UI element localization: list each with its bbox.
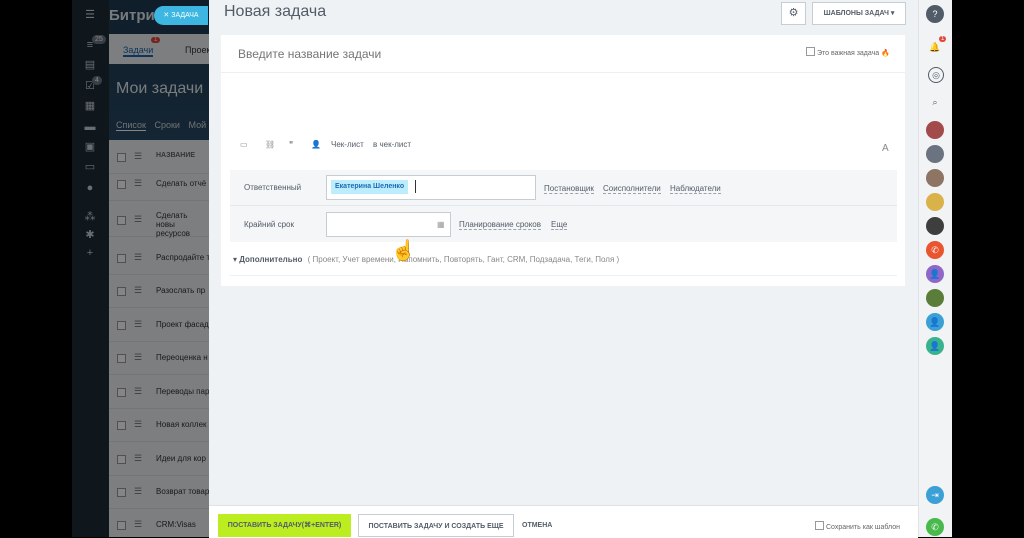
avatar[interactable] [926,121,944,139]
hand-cursor-icon: ☝ [391,240,416,262]
important-toggle[interactable]: Это важная задача 🔥 [806,47,890,57]
coassignees-link[interactable]: Соисполнители [603,184,661,194]
mention-icon[interactable]: 👤 [311,140,321,149]
submit-button[interactable]: ПОСТАВИТЬ ЗАДАЧУ(⌘+ENTER) [218,514,351,537]
settings-button[interactable]: ⚙ [781,2,806,25]
important-label: Это важная задача [817,50,880,57]
additional-section[interactable]: ▾ Дополнительно ( Проект, Учет времени, … [233,255,619,264]
chevron-down-icon: ▾ [233,255,238,264]
additional-items: ( Проект, Учет времени, Напомнить, Повто… [307,255,620,264]
templates-button-label: ШАБЛОНЫ ЗАДАЧ [823,10,889,17]
link-icon[interactable]: ⛓ [265,140,275,149]
avatar[interactable] [926,145,944,163]
close-slider-chip[interactable]: ✕ ЗАДАЧА [154,6,208,25]
avatar[interactable] [926,289,944,307]
avatar[interactable]: 👤 [926,337,944,355]
chevron-down-icon: ▾ [890,10,895,17]
quote-icon[interactable]: ❞ [289,140,293,149]
task-name-input[interactable] [236,46,760,62]
gear-icon: ⚙ [788,7,799,19]
logout-icon[interactable]: ⇥ [926,486,944,504]
page-title: Новая задача [224,3,327,20]
avatar[interactable] [926,169,944,187]
save-template-label: Сохранить как шаблон [826,524,900,531]
observers-link[interactable]: Наблюдатели [670,184,721,194]
deadline-label: Крайний срок [244,220,295,229]
submit-and-create-button[interactable]: ПОСТАВИТЬ ЗАДАЧУ И СОЗДАТЬ ЕЩЕ [358,514,514,537]
avatar[interactable]: 👤 [926,313,944,331]
call-icon[interactable]: ✆ [926,518,944,536]
more-options-link[interactable]: Еще [551,220,568,230]
black-border [952,0,1024,537]
calendar-icon[interactable]: ▦ [437,220,445,229]
avatar[interactable] [926,193,944,211]
settings-icon[interactable]: ◎ [928,67,944,83]
font-format-icon[interactable]: A [882,143,889,154]
important-checkbox[interactable] [806,47,815,56]
to-checklist-button[interactable]: в чек-лист [373,140,411,149]
templates-button[interactable]: ШАБЛОНЫ ЗАДАЧ ▾ [812,2,906,25]
overlay-dim[interactable] [72,0,209,537]
planning-link[interactable]: Планирование сроков [459,220,542,230]
divider [221,72,905,73]
text-cursor [415,180,416,193]
responsible-label: Ответственный [244,183,302,192]
cancel-button[interactable]: ОТМЕНА [522,522,552,529]
save-template-checkbox[interactable] [815,521,824,530]
search-icon[interactable]: ⌕ [926,93,944,111]
phone-icon[interactable]: ✆ [926,241,944,259]
notification-badge: 1 [939,36,947,42]
help-icon[interactable]: ? [926,5,944,23]
additional-label: Дополнительно [239,255,303,264]
responsible-tag[interactable]: Екатерина Шеленко [331,180,409,194]
task-chip-label: ЗАДАЧА [171,12,199,19]
save-template-toggle[interactable]: Сохранить как шаблон [815,521,900,531]
deadline-input[interactable] [326,212,451,237]
creator-link[interactable]: Постановщик [544,184,594,194]
avatar[interactable] [926,217,944,235]
right-panel: ? 🔔 1 ◎ ⌕ ✆ 👤 👤 👤 ⇥ ✆ [918,0,953,537]
video-icon[interactable]: ▭ [240,140,248,149]
divider [230,275,897,276]
divider [230,205,897,206]
checklist-button[interactable]: Чек-лист [331,140,364,149]
flame-icon: 🔥 [881,50,890,57]
avatar[interactable]: 👤 [926,265,944,283]
